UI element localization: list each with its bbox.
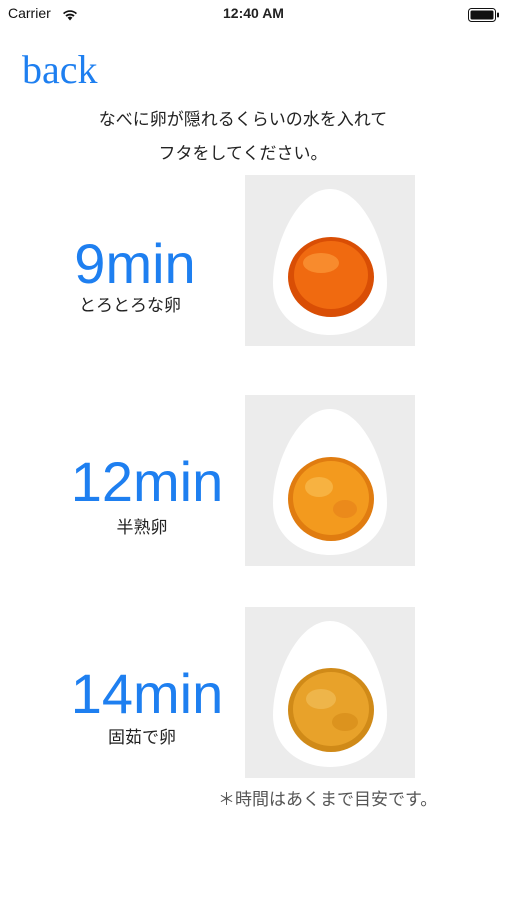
back-button[interactable]: back [22, 50, 98, 90]
egg-caption-medium: 半熟卵 [116, 518, 168, 538]
time-label-9min: 9min [74, 232, 196, 295]
egg-image-hard [245, 607, 415, 778]
time-label-14min: 14min [70, 662, 224, 725]
battery-icon [468, 7, 500, 26]
instruction-line-1: なべに卵が隠れるくらいの水を入れて [98, 110, 388, 130]
egg-image-soft [245, 175, 415, 346]
yolk-texture [306, 689, 336, 709]
status-bar: Carrier 12:40 AM [0, 0, 507, 28]
yolk-core [294, 241, 368, 309]
time-label-12min: 12min [70, 450, 224, 513]
egg-caption-hard: 固茹で卵 [108, 728, 176, 748]
yolk-core [293, 461, 369, 535]
yolk-texture [305, 477, 333, 497]
yolk-core [293, 672, 369, 746]
instruction-line-2: フタをしてください。 [158, 144, 328, 164]
status-time: 12:40 AM [223, 5, 284, 21]
yolk-highlight [303, 253, 339, 273]
yolk-texture [332, 713, 358, 731]
yolk-texture [333, 500, 357, 518]
egg-image-medium [245, 395, 415, 566]
footnote: ＊時間はあくまで目安です。 [218, 790, 438, 810]
egg-caption-soft: とろとろな卵 [79, 296, 181, 316]
